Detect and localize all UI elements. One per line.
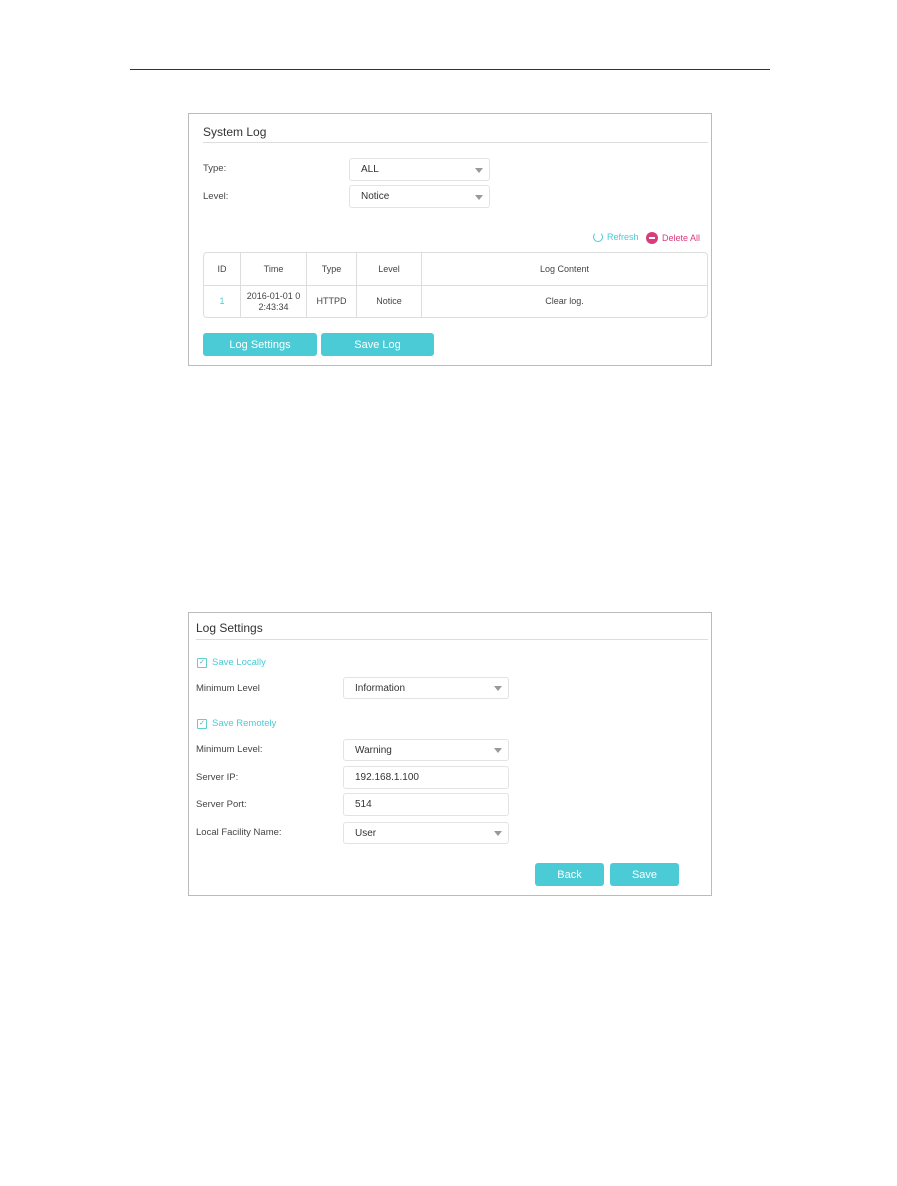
level-value: Notice [361, 191, 390, 202]
back-button[interactable]: Back [535, 863, 604, 886]
chevron-down-icon [494, 831, 502, 836]
save-remotely-label: Save Remotely [212, 718, 277, 729]
remote-min-level-label: Minimum Level: [196, 744, 263, 755]
log-settings-button[interactable]: Log Settings [203, 333, 317, 356]
table-row: 1 2016-01-01 0 2:43:34 HTTPD Notice Clea… [204, 286, 707, 317]
server-ip-input[interactable]: 192.168.1.100 [343, 766, 509, 789]
local-min-level-select[interactable]: Information [343, 677, 509, 699]
facility-select[interactable]: User [343, 822, 509, 844]
checkbox-checked-icon: ✓ [197, 718, 207, 729]
type-select[interactable]: ALL [349, 158, 490, 181]
chevron-down-icon [494, 748, 502, 753]
server-port-label: Server Port: [196, 799, 247, 810]
remote-min-level-value: Warning [355, 744, 392, 756]
refresh-button[interactable]: Refresh [593, 232, 639, 242]
remote-min-level-select[interactable]: Warning [343, 739, 509, 761]
cell-level: Notice [357, 286, 422, 317]
cell-id: 1 [204, 286, 241, 317]
cell-time: 2016-01-01 0 2:43:34 [241, 286, 307, 317]
local-min-level-label: Minimum Level [196, 683, 260, 694]
refresh-label: Refresh [607, 232, 639, 242]
minus-circle-icon [646, 232, 658, 244]
server-ip-value: 192.168.1.100 [355, 772, 419, 783]
table-header-row: ID Time Type Level Log Content [204, 253, 707, 286]
level-select[interactable]: Notice [349, 185, 490, 208]
log-settings-panel: Log Settings ✓ Save Locally Minimum Leve… [188, 612, 712, 896]
title-divider [196, 639, 708, 640]
save-button[interactable]: Save [610, 863, 679, 886]
level-label: Level: [203, 191, 229, 202]
server-port-input[interactable]: 514 [343, 793, 509, 816]
save-log-button[interactable]: Save Log [321, 333, 434, 356]
cell-content: Clear log. [545, 296, 584, 306]
column-header-time: Time [241, 253, 307, 286]
document-page: System Log Type: ALL Level: Notice Refre… [0, 0, 897, 1186]
system-log-title: System Log [203, 125, 267, 139]
save-remotely-checkbox[interactable]: ✓ Save Remotely [197, 718, 276, 729]
type-value: ALL [361, 164, 379, 175]
log-table: ID Time Type Level Log Content 1 2016-01… [203, 252, 708, 318]
save-locally-checkbox[interactable]: ✓ Save Locally [197, 657, 266, 668]
column-header-type: Type [307, 253, 357, 286]
system-log-panel: System Log Type: ALL Level: Notice Refre… [188, 113, 712, 366]
column-header-id: ID [204, 253, 241, 286]
checkbox-checked-icon: ✓ [197, 657, 207, 668]
column-header-level: Level [357, 253, 422, 286]
facility-label: Local Facility Name: [196, 827, 282, 838]
delete-all-label: Delete All [662, 233, 701, 243]
save-locally-label: Save Locally [212, 657, 266, 668]
chevron-down-icon [475, 167, 483, 173]
chevron-down-icon [475, 194, 483, 200]
type-label: Type: [203, 163, 227, 174]
facility-value: User [355, 827, 377, 839]
server-ip-label: Server IP: [196, 772, 239, 783]
local-min-level-value: Information [355, 682, 406, 694]
header-rule [130, 69, 770, 70]
cell-type: HTTPD [307, 286, 357, 317]
column-header-log-content: Log Content [422, 253, 707, 286]
title-divider [203, 142, 708, 143]
refresh-icon [593, 232, 603, 242]
delete-all-button[interactable]: Delete All [646, 232, 700, 244]
chevron-down-icon [494, 686, 502, 691]
log-settings-title: Log Settings [196, 621, 263, 635]
server-port-value: 514 [355, 799, 372, 810]
